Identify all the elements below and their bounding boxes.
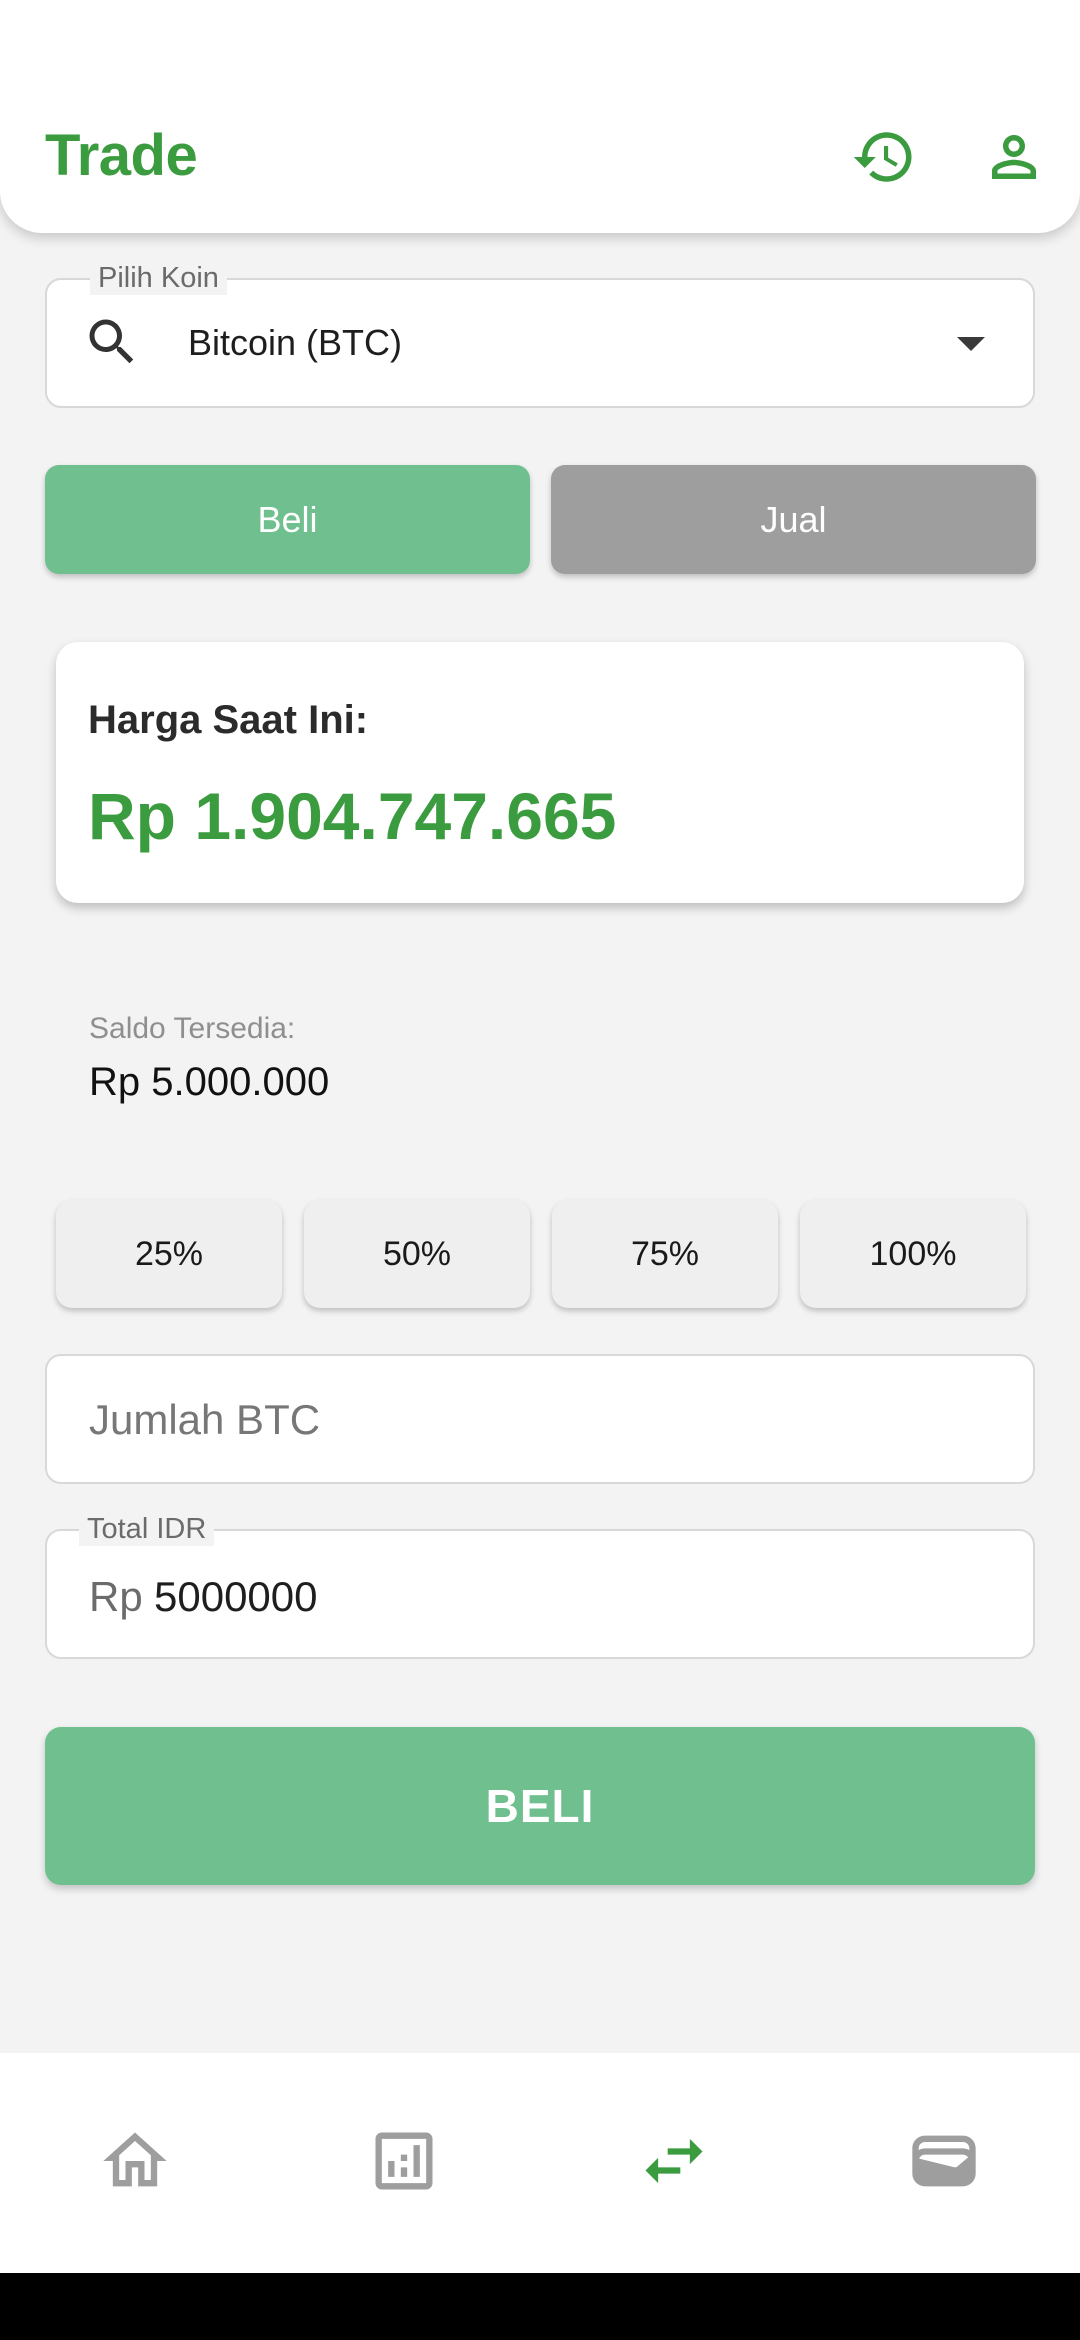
person-icon[interactable] xyxy=(981,124,1047,190)
amount-field[interactable] xyxy=(45,1354,1035,1484)
chart-icon[interactable] xyxy=(366,2123,442,2199)
balance-label: Saldo Tersedia: xyxy=(89,1012,296,1045)
coin-select-value: Bitcoin (BTC) xyxy=(188,322,403,363)
coin-select[interactable]: Pilih Koin Bitcoin (BTC) xyxy=(45,262,1035,408)
total-idr-field[interactable]: Total IDR Rp 5000000 xyxy=(45,1513,1035,1659)
percent-50-button[interactable]: 50% xyxy=(304,1200,530,1308)
total-idr-prefix: Rp xyxy=(89,1573,143,1620)
dropdown-arrow-icon[interactable] xyxy=(957,337,985,351)
coin-select-label: Pilih Koin xyxy=(90,262,227,295)
bottom-navigation xyxy=(0,2053,1080,2273)
home-icon[interactable] xyxy=(97,2123,173,2199)
buy-tab-button[interactable]: Beli xyxy=(45,465,530,574)
search-icon xyxy=(82,312,142,372)
percent-25-button[interactable]: 25% xyxy=(56,1200,282,1308)
sell-tab-button[interactable]: Jual xyxy=(551,465,1036,574)
percent-100-button[interactable]: 100% xyxy=(800,1200,1026,1308)
total-idr-value[interactable]: 5000000 xyxy=(154,1573,318,1621)
balance-value: Rp 5.000.000 xyxy=(89,1060,330,1104)
swap-icon[interactable] xyxy=(636,2123,712,2199)
current-price-card: Harga Saat Ini: Rp 1.904.747.665 xyxy=(56,642,1024,903)
wallet-icon[interactable] xyxy=(906,2123,982,2199)
buy-submit-button[interactable]: BELI xyxy=(45,1727,1035,1885)
system-navigation-bar xyxy=(0,2273,1080,2340)
page-title: Trade xyxy=(45,123,198,188)
amount-input[interactable] xyxy=(89,1396,969,1444)
total-idr-label: Total IDR xyxy=(79,1513,215,1546)
current-price-value: Rp 1.904.747.665 xyxy=(88,779,617,853)
percent-75-button[interactable]: 75% xyxy=(552,1200,778,1308)
current-price-label: Harga Saat Ini: xyxy=(88,698,369,742)
app-bar: Trade xyxy=(0,0,1080,233)
history-icon[interactable] xyxy=(851,124,917,190)
